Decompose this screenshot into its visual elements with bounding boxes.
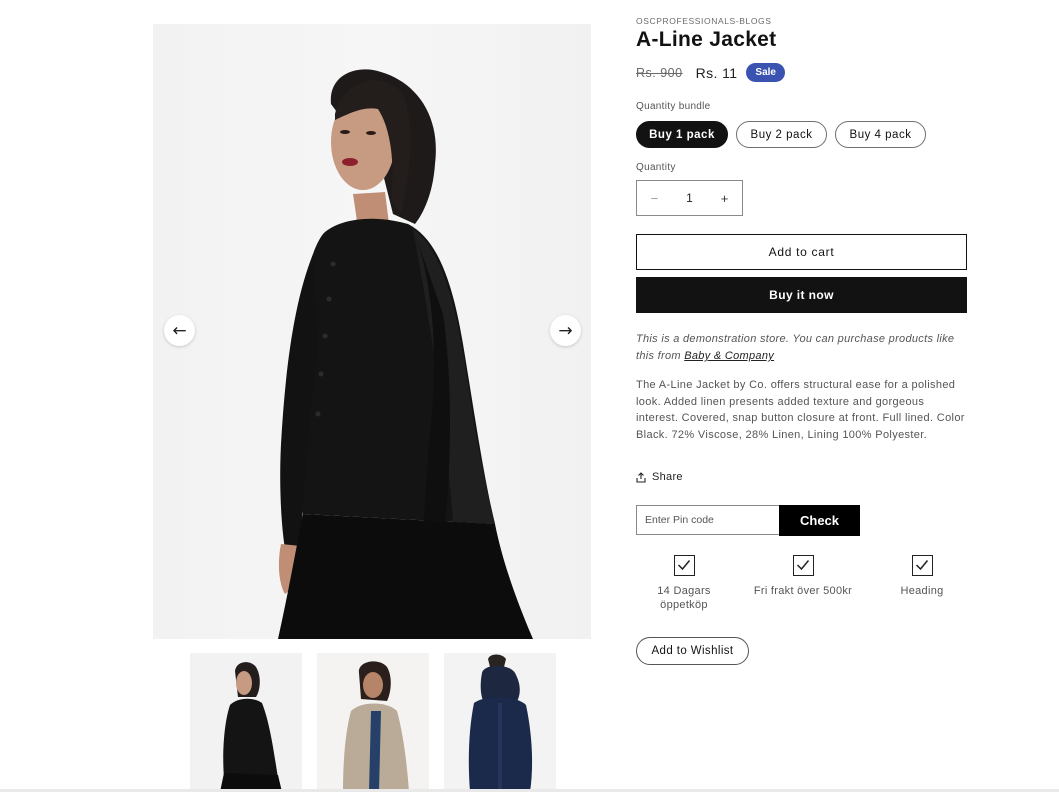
gallery-next-button[interactable]: → xyxy=(550,315,581,346)
product-main-image[interactable] xyxy=(153,24,591,639)
product-description: The A-Line Jacket by Co. offers structur… xyxy=(636,379,965,442)
checkbox-icon xyxy=(792,555,814,576)
bundle-options: Buy 1 pack Buy 2 pack Buy 4 pack xyxy=(636,121,926,148)
arrow-left-icon: ← xyxy=(172,320,187,341)
feature-icons: 14 Dagars öppetköp Fri frakt över 500kr H… xyxy=(636,555,967,615)
demo-store-note: This is a demonstration store. You can p… xyxy=(636,331,967,365)
checkbox-icon xyxy=(673,555,695,576)
model-black-jacket-illustration xyxy=(278,69,533,639)
thumbnail-image xyxy=(444,653,556,792)
share-button[interactable]: Share xyxy=(636,471,683,483)
feature-text: Fri frakt över 500kr xyxy=(753,585,853,597)
feature-text: 14 Dagars öppetköp xyxy=(657,585,711,611)
buy-it-now-button[interactable]: Buy it now xyxy=(636,277,967,313)
price-row: Rs. 900 Rs. 11 Sale xyxy=(636,63,785,82)
thumbnail-image xyxy=(190,653,302,792)
share-label: Share xyxy=(652,471,683,483)
pincode-check-button[interactable]: Check xyxy=(779,505,860,536)
quantity-input[interactable] xyxy=(674,191,705,205)
feature-free-shipping: Fri frakt över 500kr xyxy=(748,555,858,598)
share-icon xyxy=(636,471,646,483)
pincode-input[interactable] xyxy=(636,505,779,535)
sale-badge: Sale xyxy=(746,63,785,82)
bundle-option-buy-1-pack[interactable]: Buy 1 pack xyxy=(636,121,728,148)
quantity-decrease-button[interactable]: − xyxy=(637,191,672,206)
product-vendor: OSCPROFESSIONALS-BLOGS xyxy=(636,16,772,26)
bundle-option-buy-4-pack[interactable]: Buy 4 pack xyxy=(835,121,926,148)
sale-price: Rs. 11 xyxy=(695,64,738,81)
pincode-checker: Check xyxy=(636,505,860,536)
feature-heading: Heading xyxy=(867,555,977,598)
arrow-right-icon: → xyxy=(558,320,573,341)
baby-and-company-link[interactable]: Baby & Company xyxy=(684,350,774,362)
quantity-label: Quantity xyxy=(636,162,676,173)
gallery-prev-button[interactable]: ← xyxy=(164,315,195,346)
thumbnail-black-jacket[interactable] xyxy=(190,653,302,792)
add-to-cart-button[interactable]: Add to cart xyxy=(636,234,967,270)
add-to-wishlist-button[interactable]: Add to Wishlist xyxy=(636,637,749,665)
bundle-option-buy-2-pack[interactable]: Buy 2 pack xyxy=(736,121,827,148)
thumbnail-beige-coat[interactable] xyxy=(317,653,429,792)
quantity-increase-button[interactable]: + xyxy=(707,191,742,206)
thumbnail-navy-hooded-coat[interactable] xyxy=(444,653,556,792)
quantity-bundle-label: Quantity bundle xyxy=(636,101,711,112)
thumbnail-image xyxy=(317,653,429,792)
checkbox-icon xyxy=(911,555,933,576)
regular-price: Rs. 900 xyxy=(636,65,683,80)
feature-text: Heading xyxy=(900,585,944,597)
product-title: A-Line Jacket xyxy=(636,28,777,51)
feature-return-policy: 14 Dagars öppetköp xyxy=(629,555,739,612)
quantity-stepper: − + xyxy=(636,180,743,216)
